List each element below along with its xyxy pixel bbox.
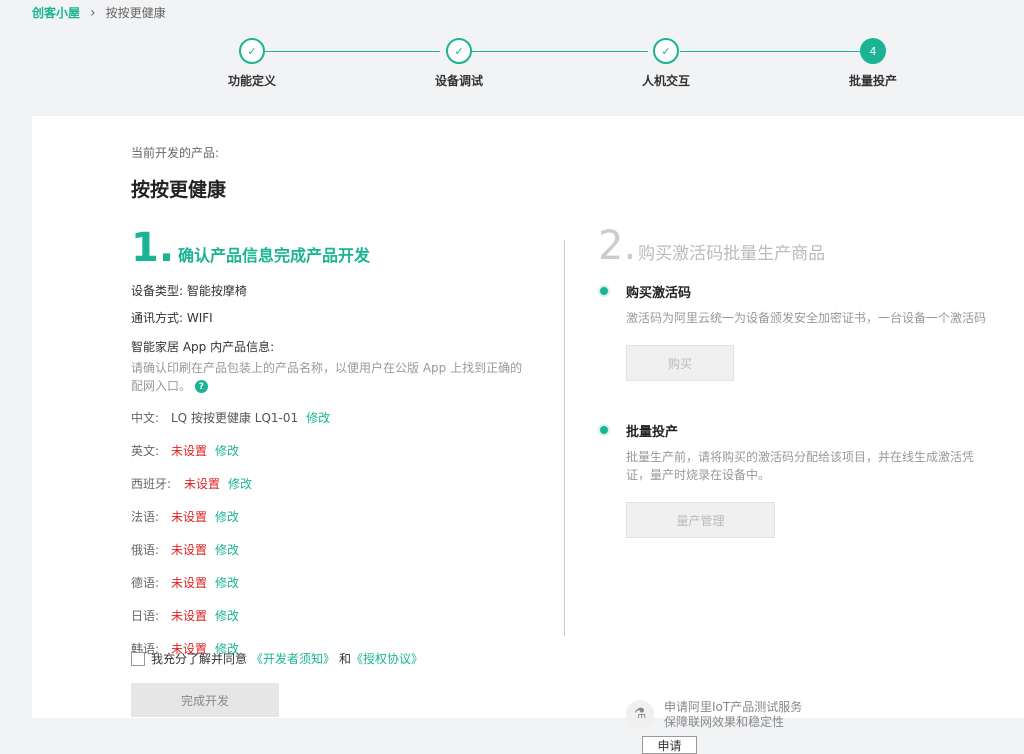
main-card: 当前开发的产品: 按按更健康 1. 确认产品信息完成产品开发 设备类型: 智能按… bbox=[32, 116, 1024, 754]
mass-production-section: 2. 购买激活码批量生产商品 购买激活码 激活码为阿里云统一为设备颁发安全加密证… bbox=[598, 226, 998, 754]
lang-row-ru: 俄语: 未设置 修改 bbox=[131, 541, 551, 558]
section2-header: 2. 购买激活码批量生产商品 bbox=[598, 226, 998, 266]
section2-number: 2. bbox=[598, 223, 637, 269]
section1-number: 1. bbox=[131, 225, 175, 271]
comm-method: 通讯方式: WIFI bbox=[131, 311, 213, 325]
buy-button[interactable]: 购买 bbox=[626, 345, 734, 381]
lang-value: 未设置 bbox=[171, 444, 208, 458]
lang-row-ja: 日语: 未设置 修改 bbox=[131, 607, 551, 624]
lang-value: 未设置 bbox=[171, 543, 208, 557]
edit-link[interactable]: 修改 bbox=[215, 541, 239, 558]
lang-row-en: 英文: 未设置 修改 bbox=[131, 442, 551, 459]
mass-production-block: 批量投产 批量生产前，请将购买的激活码分配给该项目，并在线生成激活凭证，量产时烧… bbox=[598, 421, 998, 538]
step-mass-production[interactable]: 4 批量投产 bbox=[823, 38, 923, 89]
finish-development-button[interactable]: 完成开发 bbox=[131, 683, 279, 717]
buy-desc: 激活码为阿里云统一为设备颁发安全加密证书，一台设备一个激活码 bbox=[626, 311, 987, 325]
help-icon[interactable]: ? bbox=[194, 380, 208, 393]
iot-line1: 申请阿里IoT产品测试服务 bbox=[664, 700, 803, 714]
app-info-label: 智能家居 App 内产品信息: bbox=[131, 340, 275, 354]
app-info-hint: 请确认印刷在产品包装上的产品名称，以便用户在公版 App 上找到正确的配网入口。… bbox=[131, 359, 531, 395]
step-function-definition[interactable]: ✓ 功能定义 bbox=[202, 38, 302, 89]
lang-value: LQ 按按更健康 LQ1-01 bbox=[171, 411, 299, 425]
section-divider bbox=[564, 240, 565, 636]
lang-name: 俄语: bbox=[131, 543, 160, 557]
auth-agreement-link[interactable]: 《授权协议》 bbox=[351, 650, 423, 667]
lang-row-de: 德语: 未设置 修改 bbox=[131, 574, 551, 591]
lang-name: 德语: bbox=[131, 576, 160, 590]
iot-test-text: 申请阿里IoT产品测试服务 保障联网效果和稳定性 bbox=[664, 700, 802, 730]
lang-row-zh: 中文: LQ 按按更健康 LQ1-01 修改 bbox=[131, 409, 551, 426]
check-icon: ✓ bbox=[446, 38, 472, 64]
status-dot bbox=[600, 426, 608, 434]
hint-text: 请确认印刷在产品包装上的产品名称，以便用户在公版 App 上找到正确的配网入口。 bbox=[131, 361, 523, 393]
breadcrumb-current: 按按更健康 bbox=[105, 6, 166, 20]
buy-activation-block: 购买激活码 激活码为阿里云统一为设备颁发安全加密证书，一台设备一个激活码 购买 bbox=[598, 282, 998, 381]
lang-name: 日语: bbox=[131, 609, 160, 623]
step-number: 4 bbox=[860, 38, 886, 64]
lang-value: 未设置 bbox=[171, 510, 208, 524]
apply-button[interactable]: 申请 bbox=[642, 736, 697, 754]
edit-link[interactable]: 修改 bbox=[215, 508, 239, 525]
buy-title: 购买激活码 bbox=[626, 286, 692, 301]
lang-name: 法语: bbox=[131, 510, 160, 524]
device-type: 设备类型: 智能按摩椅 bbox=[131, 284, 247, 298]
edit-link[interactable]: 修改 bbox=[215, 607, 239, 624]
section2-title: 购买激活码批量生产商品 bbox=[638, 244, 826, 264]
mass-title: 批量投产 bbox=[626, 425, 679, 440]
step-hmi[interactable]: ✓ 人机交互 bbox=[616, 38, 716, 89]
section1-title: 确认产品信息完成产品开发 bbox=[178, 246, 371, 265]
section1-header: 1. 确认产品信息完成产品开发 bbox=[131, 228, 551, 268]
agree-checkbox[interactable] bbox=[131, 651, 145, 666]
lang-name: 英文: bbox=[131, 444, 160, 458]
step-label: 功能定义 bbox=[227, 74, 276, 88]
lang-name: 中文: bbox=[131, 411, 160, 425]
iot-test-service: ⚗ 申请阿里IoT产品测试服务 保障联网效果和稳定性 bbox=[626, 700, 802, 730]
agree-text: 我充分了解并同意 bbox=[151, 652, 248, 666]
product-title: 按按更健康 bbox=[131, 179, 227, 201]
mass-management-button[interactable]: 量产管理 bbox=[626, 502, 775, 538]
lang-name: 西班牙: bbox=[131, 477, 172, 491]
lang-value: 未设置 bbox=[171, 576, 208, 590]
lang-value: 未设置 bbox=[184, 477, 221, 491]
breadcrumb-home-link[interactable]: 创客小屋 bbox=[32, 4, 80, 21]
lang-value: 未设置 bbox=[171, 609, 208, 623]
iot-line2: 保障联网效果和稳定性 bbox=[664, 715, 785, 729]
flask-icon: ⚗ bbox=[626, 700, 654, 728]
status-dot bbox=[600, 287, 608, 295]
step-label: 人机交互 bbox=[641, 74, 690, 88]
check-icon: ✓ bbox=[653, 38, 679, 64]
current-product-intro: 当前开发的产品: bbox=[131, 146, 220, 160]
edit-link[interactable]: 修改 bbox=[215, 574, 239, 591]
breadcrumb: 创客小屋 › 按按更健康 bbox=[32, 4, 166, 21]
lang-row-es: 西班牙: 未设置 修改 bbox=[131, 475, 551, 492]
step-device-debug[interactable]: ✓ 设备调试 bbox=[409, 38, 509, 89]
progress-stepper: ✓ 功能定义 ✓ 设备调试 ✓ 人机交互 4 批量投产 bbox=[0, 38, 1024, 98]
lang-row-fr: 法语: 未设置 修改 bbox=[131, 508, 551, 525]
check-icon: ✓ bbox=[239, 38, 265, 64]
product-info-section: 当前开发的产品: 按按更健康 1. 确认产品信息完成产品开发 设备类型: 智能按… bbox=[131, 144, 551, 657]
step-label: 设备调试 bbox=[434, 74, 483, 88]
mass-desc: 批量生产前，请将购买的激活码分配给该项目，并在线生成激活凭证，量产时烧录在设备中… bbox=[626, 450, 975, 482]
chevron-right-icon: › bbox=[90, 4, 96, 21]
edit-link[interactable]: 修改 bbox=[306, 409, 330, 426]
developer-notice-link[interactable]: 《开发者须知》 bbox=[251, 650, 335, 667]
and-text: 和 bbox=[339, 652, 352, 666]
step-label: 批量投产 bbox=[848, 74, 897, 88]
edit-link[interactable]: 修改 bbox=[228, 475, 252, 492]
edit-link[interactable]: 修改 bbox=[215, 442, 239, 459]
agreement-row: 我充分了解并同意 《开发者须知》 和 《授权协议》 bbox=[131, 650, 427, 667]
